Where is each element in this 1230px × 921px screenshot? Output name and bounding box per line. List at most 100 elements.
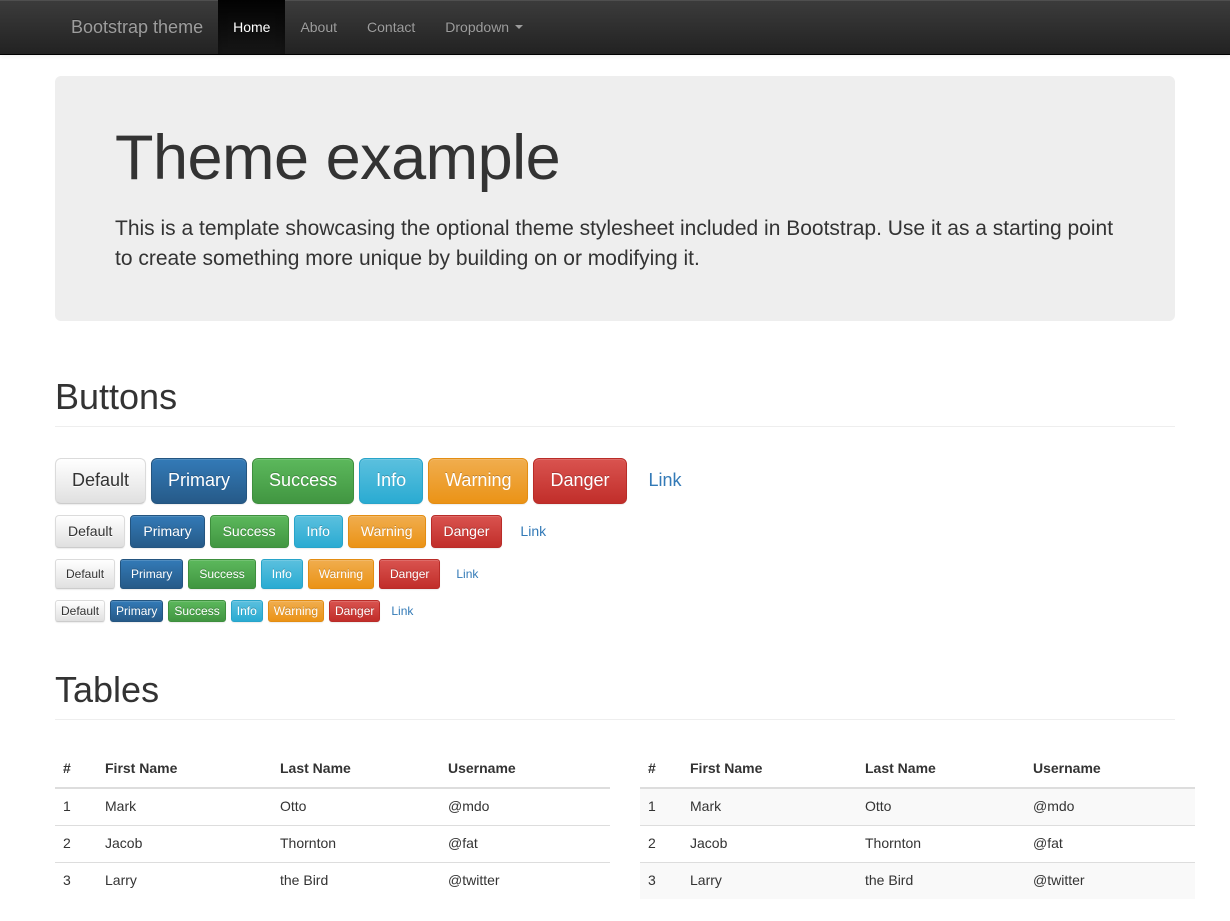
column-header-first: First Name xyxy=(97,751,272,790)
cell-number: 3 xyxy=(640,862,682,900)
info-button-xs[interactable]: Info xyxy=(230,600,263,623)
nav-item-dropdown-label: Dropdown xyxy=(445,19,510,35)
link-button-lg[interactable]: Link xyxy=(632,458,699,504)
danger-button-md[interactable]: Danger xyxy=(430,514,503,549)
jumbotron-lead: This is a template showcasing the option… xyxy=(115,217,1114,270)
cell-first: Mark xyxy=(682,787,857,826)
cell-first: Larry xyxy=(682,862,857,900)
table-row: 1 Mark Otto @mdo xyxy=(55,787,610,826)
nav-item-about-label: About xyxy=(300,19,338,35)
table-row: 3 Larry the Bird @twitter xyxy=(55,862,610,900)
buttons-section-header: Buttons xyxy=(55,377,1175,427)
nav-item-home[interactable]: Home xyxy=(218,0,286,54)
column-header-username: Username xyxy=(1025,751,1195,790)
navbar: Bootstrap theme Home About Contact Dropd… xyxy=(0,0,1230,55)
default-button-lg[interactable]: Default xyxy=(55,457,147,504)
danger-button-xs[interactable]: Danger xyxy=(329,600,381,623)
warning-button-lg[interactable]: Warning xyxy=(428,457,529,504)
button-row-large: Default Primary Success Info Warning Dan… xyxy=(55,457,1175,504)
cell-first: Mark xyxy=(97,787,272,826)
page-title: Theme example xyxy=(115,123,561,193)
navbar-nav: Home About Contact Dropdown xyxy=(218,0,538,54)
success-button-lg[interactable]: Success xyxy=(252,457,355,504)
column-header-number: # xyxy=(640,751,682,790)
basic-table-head: # First Name Last Name Username xyxy=(55,751,610,790)
default-button-sm[interactable]: Default xyxy=(55,559,116,590)
tables-row: # First Name Last Name Username 1 Mark O… xyxy=(55,751,1195,900)
striped-table-head: # First Name Last Name Username xyxy=(640,751,1195,790)
warning-button-xs[interactable]: Warning xyxy=(267,600,324,623)
cell-last: the Bird xyxy=(272,862,440,900)
cell-username: @fat xyxy=(1025,825,1195,863)
link-button-sm[interactable]: Link xyxy=(445,559,489,589)
table-row: 2 Jacob Thornton @fat xyxy=(640,825,1195,863)
chevron-down-icon xyxy=(515,25,524,29)
default-button-xs[interactable]: Default xyxy=(55,600,106,623)
column-header-number: # xyxy=(55,751,97,790)
primary-button-md[interactable]: Primary xyxy=(130,514,205,549)
success-button-md[interactable]: Success xyxy=(209,514,289,549)
column-header-last: Last Name xyxy=(272,751,440,790)
striped-table-body: 1 Mark Otto @mdo 2 Jacob Thornton @fat 3… xyxy=(640,787,1195,900)
link-button-md[interactable]: Link xyxy=(507,515,559,549)
page-container: Theme example This is a template showcas… xyxy=(40,76,1195,900)
warning-button-md[interactable]: Warning xyxy=(347,514,426,549)
warning-button-sm[interactable]: Warning xyxy=(307,559,374,590)
cell-last: Otto xyxy=(272,787,440,826)
table-row: 1 Mark Otto @mdo xyxy=(640,787,1195,826)
danger-button-lg[interactable]: Danger xyxy=(533,457,627,504)
cell-number: 2 xyxy=(640,825,682,863)
cell-username: @fat xyxy=(440,825,610,863)
info-button-lg[interactable]: Info xyxy=(359,457,424,504)
primary-button-xs[interactable]: Primary xyxy=(110,600,164,623)
cell-first: Larry xyxy=(97,862,272,900)
primary-button-sm[interactable]: Primary xyxy=(120,559,184,590)
cell-last: Thornton xyxy=(272,825,440,863)
column-header-first: First Name xyxy=(682,751,857,790)
basic-table-body: 1 Mark Otto @mdo 2 Jacob Thornton @fat 3… xyxy=(55,787,610,900)
button-row-small: Default Primary Success Info Warning Dan… xyxy=(55,559,1175,590)
cell-first: Jacob xyxy=(97,825,272,863)
table-header-row: # First Name Last Name Username xyxy=(55,751,610,790)
success-button-sm[interactable]: Success xyxy=(188,559,256,590)
buttons-heading: Buttons xyxy=(55,376,178,418)
cell-number: 3 xyxy=(55,862,97,900)
cell-first: Jacob xyxy=(682,825,857,863)
nav-item-contact[interactable]: Contact xyxy=(352,0,430,54)
link-button-xs[interactable]: Link xyxy=(385,600,419,622)
cell-number: 2 xyxy=(55,825,97,863)
table-row: 3 Larry the Bird @twitter xyxy=(640,862,1195,900)
button-row-xsmall: Default Primary Success Info Warning Dan… xyxy=(55,600,1175,623)
success-button-xs[interactable]: Success xyxy=(168,600,226,623)
cell-number: 1 xyxy=(640,787,682,826)
info-button-md[interactable]: Info xyxy=(293,514,343,549)
table-row: 2 Jacob Thornton @fat xyxy=(55,825,610,863)
button-row-default: Default Primary Success Info Warning Dan… xyxy=(55,514,1175,549)
column-header-last: Last Name xyxy=(857,751,1025,790)
nav-item-home-label: Home xyxy=(233,19,271,35)
jumbotron: Theme example This is a template showcas… xyxy=(55,76,1175,322)
nav-item-about[interactable]: About xyxy=(285,0,352,54)
table-header-row: # First Name Last Name Username xyxy=(640,751,1195,790)
navbar-brand[interactable]: Bootstrap theme xyxy=(56,0,218,54)
cell-last: Otto xyxy=(857,787,1025,826)
tables-heading: Tables xyxy=(55,669,160,711)
cell-username: @twitter xyxy=(1025,862,1195,900)
cell-username: @mdo xyxy=(1025,787,1195,826)
basic-table: # First Name Last Name Username 1 Mark O… xyxy=(55,751,610,900)
nav-item-contact-label: Contact xyxy=(367,19,416,35)
cell-username: @twitter xyxy=(440,862,610,900)
danger-button-sm[interactable]: Danger xyxy=(379,559,441,590)
primary-button-lg[interactable]: Primary xyxy=(151,457,248,504)
tables-section-header: Tables xyxy=(55,669,1175,721)
table-column-left: # First Name Last Name Username 1 Mark O… xyxy=(55,751,610,900)
table-column-right: # First Name Last Name Username 1 Mark O… xyxy=(640,751,1195,900)
cell-last: the Bird xyxy=(857,862,1025,900)
cell-number: 1 xyxy=(55,787,97,826)
info-button-sm[interactable]: Info xyxy=(260,559,303,590)
nav-item-dropdown[interactable]: Dropdown xyxy=(430,0,538,54)
default-button-md[interactable]: Default xyxy=(55,514,126,549)
cell-last: Thornton xyxy=(857,825,1025,863)
cell-username: @mdo xyxy=(440,787,610,826)
column-header-username: Username xyxy=(440,751,610,790)
